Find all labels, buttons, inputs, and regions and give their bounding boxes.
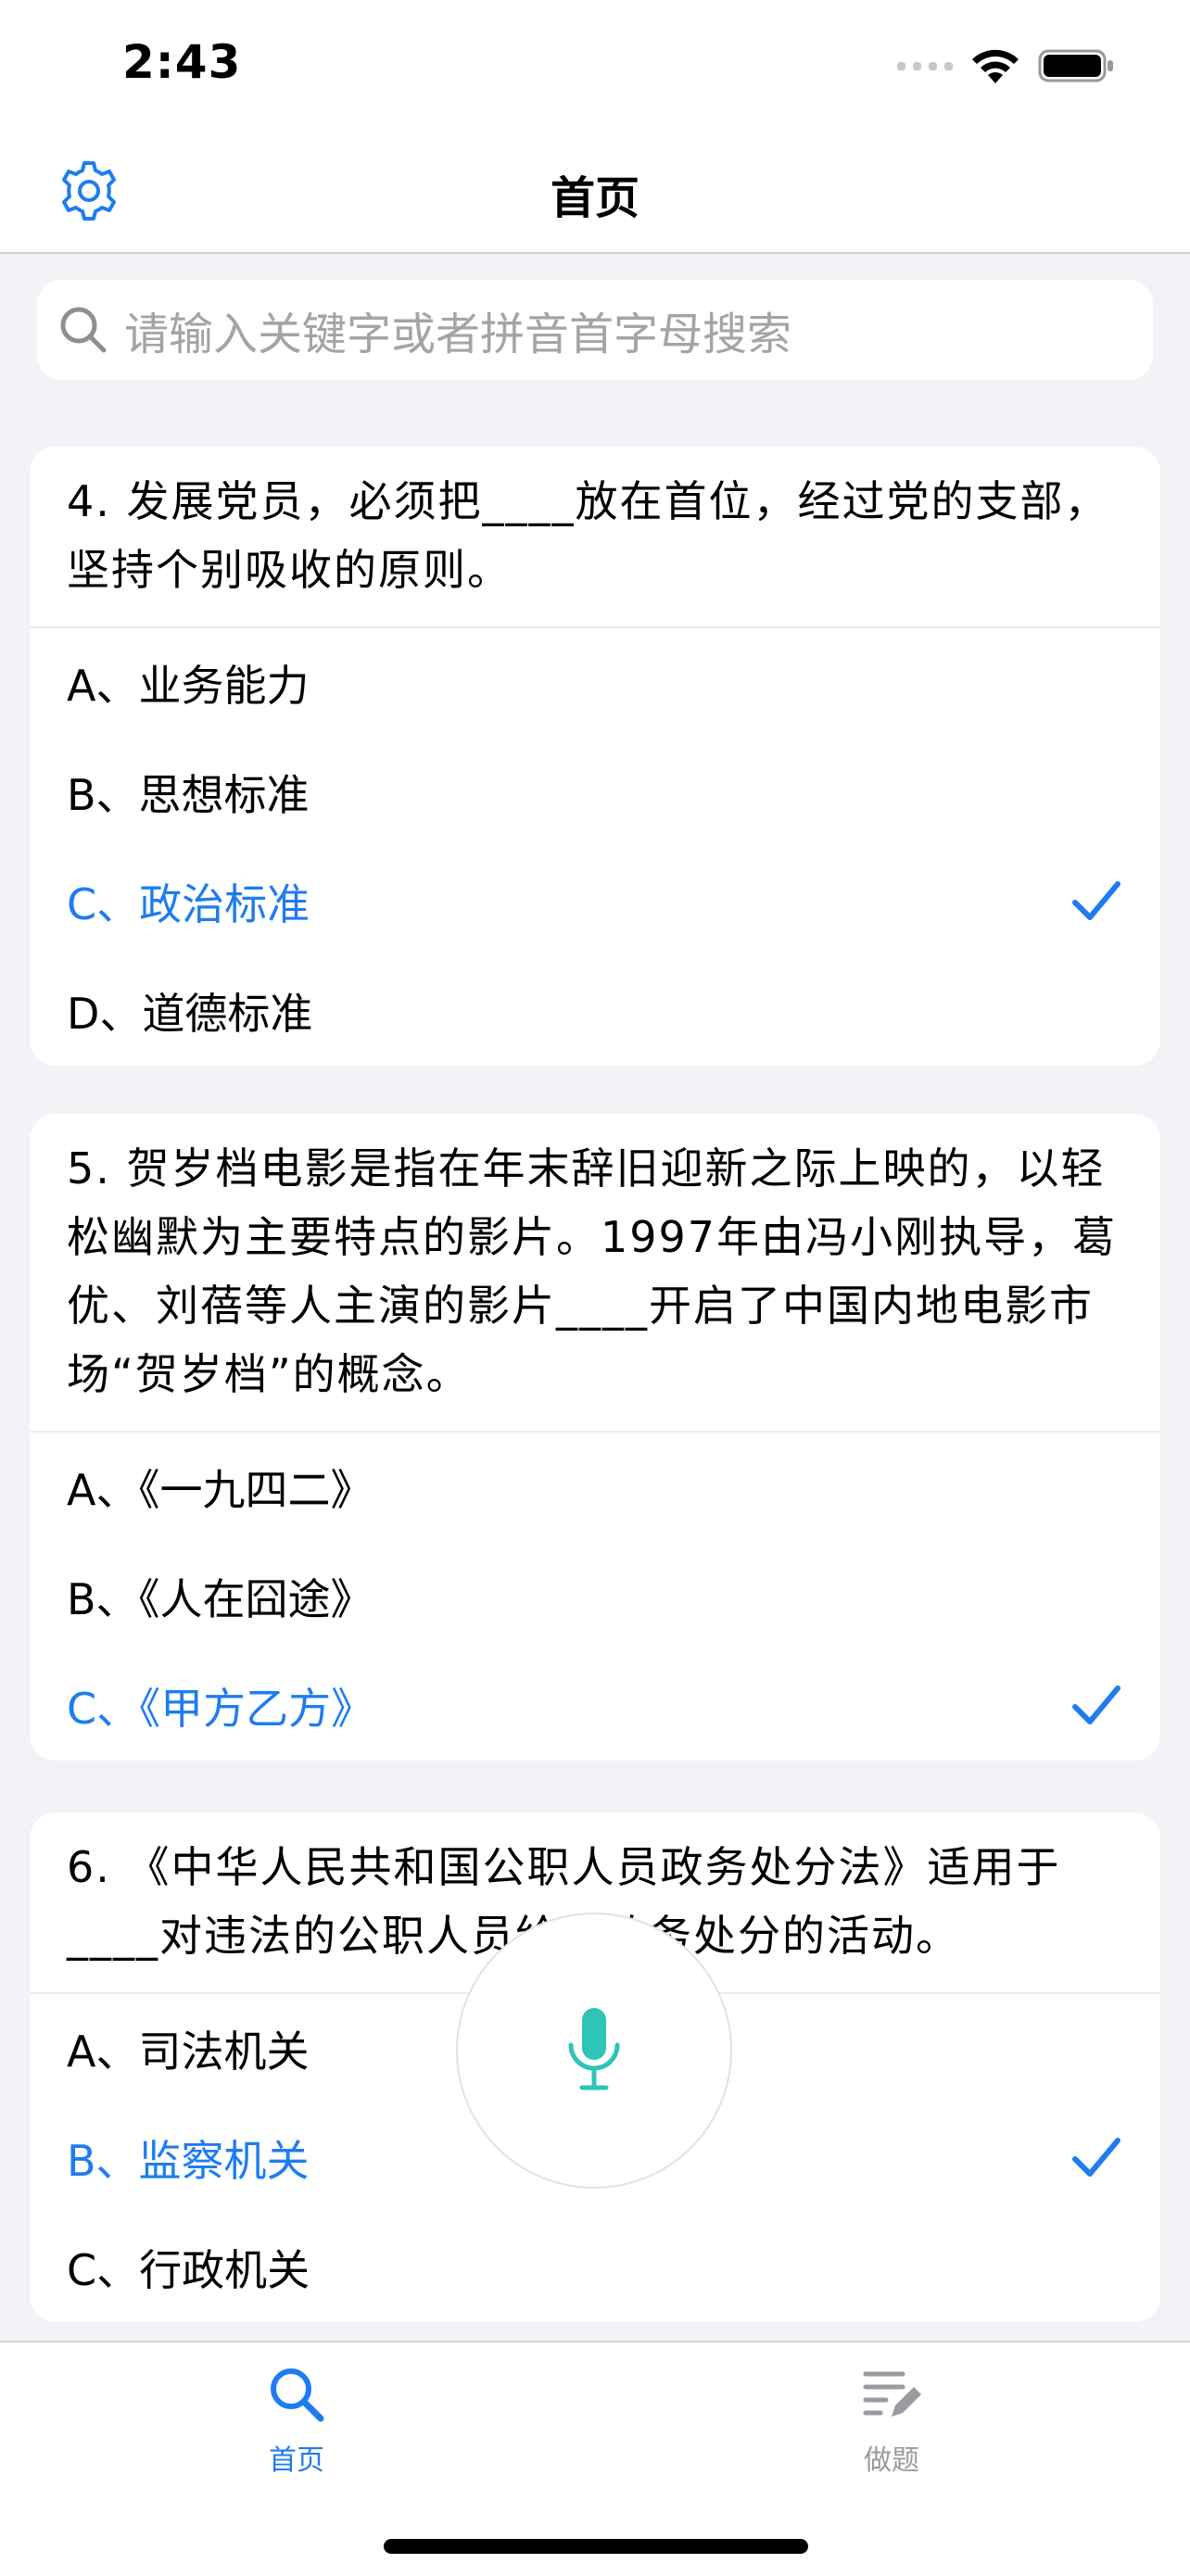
option-item-correct[interactable]: C、《甲方乙方》 [30, 1651, 1160, 1761]
option-label: C、政治标准 [67, 879, 310, 929]
search-placeholder: 请输入关键字或者拼音首字母搜索 [124, 309, 792, 360]
home-indicator [384, 2539, 808, 2554]
microphone-icon [568, 2008, 620, 2090]
tab-home[interactable]: 首页 [204, 2361, 389, 2478]
checkmark-icon [1072, 881, 1120, 920]
option-item[interactable]: B、《人在囧途》 [30, 1542, 1160, 1651]
option-item[interactable]: A、业务能力 [30, 628, 1160, 738]
page-title: 首页 [550, 172, 639, 224]
checkmark-icon [1072, 1686, 1120, 1724]
option-label: C、《甲方乙方》 [67, 1684, 374, 1734]
option-item-correct[interactable]: C、政治标准 [30, 847, 1160, 956]
search-icon [60, 307, 107, 353]
nav-bar: 首页 [0, 130, 1190, 254]
option-item[interactable]: D、道德标准 [30, 956, 1160, 1066]
question-card: 4. 发展党员，必须把____放在首位，经过党的支部，坚持个别吸收的原则。 A、… [30, 447, 1160, 1066]
voice-input-button[interactable] [456, 1913, 732, 2189]
option-label: A、业务能力 [67, 661, 310, 711]
option-label: C、行政机关 [67, 2245, 310, 2295]
tab-label: 首页 [269, 2444, 324, 2477]
search-icon [271, 2368, 324, 2422]
battery-icon [1038, 49, 1113, 82]
checkmark-icon [1072, 2138, 1120, 2177]
option-label: B、思想标准 [67, 770, 310, 820]
status-time: 2:43 [122, 35, 242, 89]
edit-list-icon [863, 2371, 921, 2417]
question-text: 4. 发展党员，必须把____放在首位，经过党的支部，坚持个别吸收的原则。 [30, 447, 1160, 628]
wifi-icon [972, 49, 1019, 83]
option-label: A、司法机关 [67, 2027, 310, 2077]
tab-practice[interactable]: 做题 [799, 2361, 984, 2478]
option-label: D、道德标准 [67, 989, 313, 1039]
question-card: 5. 贺岁档电影是指在年末辞旧迎新之际上映的，以轻松幽默为主要特点的影片。199… [30, 1114, 1160, 1761]
option-label: B、《人在囧途》 [67, 1574, 373, 1624]
option-label: A、《一九四二》 [67, 1465, 373, 1515]
option-label: B、监察机关 [67, 2136, 310, 2186]
tab-label: 做题 [864, 2444, 919, 2477]
status-bar: 2:43 [0, 0, 1190, 130]
option-item[interactable]: B、思想标准 [30, 738, 1160, 847]
question-text: 5. 贺岁档电影是指在年末辞旧迎新之际上映的，以轻松幽默为主要特点的影片。199… [30, 1114, 1160, 1433]
option-item[interactable]: A、《一九四二》 [30, 1433, 1160, 1542]
search-input[interactable]: 请输入关键字或者拼音首字母搜索 [37, 280, 1153, 380]
status-icons [897, 46, 1116, 85]
signal-icon [897, 61, 953, 70]
option-item[interactable]: C、行政机关 [30, 2213, 1160, 2322]
